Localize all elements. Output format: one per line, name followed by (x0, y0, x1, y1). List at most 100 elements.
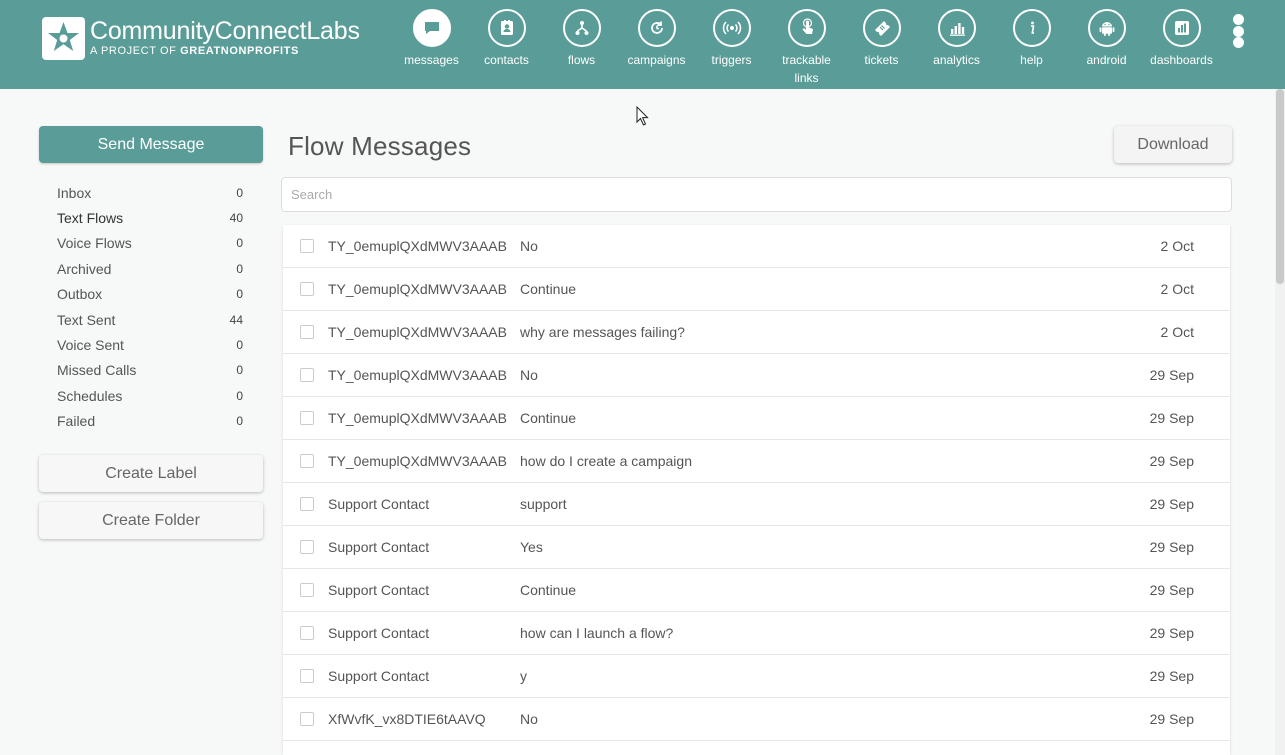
sidebar-item-count: 40 (229, 211, 243, 226)
main-nav: messages contacts flows campaigns triggers tr… (394, 9, 1219, 89)
sidebar-item-count: 0 (236, 236, 243, 251)
table-row[interactable]: TY_0emuplQXdMWV3AAAB Continue 2 Oct (283, 268, 1230, 311)
brand-title: CommunityConnectLabs (90, 17, 360, 45)
sidebar-item-count: 0 (236, 388, 243, 403)
message-contact[interactable]: TY_0emuplQXdMWV3AAAB (328, 238, 507, 254)
send-message-button[interactable]: Send Message (39, 126, 263, 163)
top-navigation-bar: CommunityConnectLabs A PROJECT OF GREATN… (0, 0, 1285, 89)
sidebar-item-voice-sent[interactable]: Voice Sent 0 (57, 332, 243, 357)
message-text: No (520, 238, 538, 254)
sidebar-item-label: Text Flows (57, 210, 124, 227)
mouse-cursor-icon (636, 106, 649, 126)
nav-trackable-links[interactable]: trackable links (769, 9, 844, 89)
nav-tickets[interactable]: tickets (844, 9, 919, 89)
message-text: support (520, 496, 567, 512)
sidebar-item-label: Voice Sent (57, 337, 124, 354)
row-checkbox[interactable] (300, 540, 314, 554)
nav-help[interactable]: help (994, 9, 1069, 89)
table-row[interactable]: Support Contact support 29 Sep (283, 483, 1230, 526)
nav-label: messages (404, 53, 459, 67)
row-checkbox[interactable] (300, 669, 314, 683)
message-contact[interactable]: TY_0emuplQXdMWV3AAAB (328, 410, 507, 426)
table-row[interactable]: TY_0emuplQXdMWV3AAAB No 2 Oct (283, 225, 1230, 268)
sidebar-item-text-flows[interactable]: Text Flows 40 (57, 205, 243, 230)
row-checkbox[interactable] (300, 368, 314, 382)
table-row[interactable]: TY_0emuplQXdMWV3AAAB how do I create a ca… (283, 440, 1230, 483)
message-text: y (520, 668, 527, 684)
nav-label: android (1086, 53, 1127, 67)
table-row[interactable]: TY_0emuplQXdMWV3AAAB Continue 29 Sep (283, 397, 1230, 440)
sidebar-item-voice-flows[interactable]: Voice Flows 0 (57, 231, 243, 256)
sidebar-item-inbox[interactable]: Inbox 0 (57, 180, 243, 205)
message-text: No (520, 711, 538, 727)
table-row[interactable]: Support Contact how can I launch a flow? 2… (283, 612, 1230, 655)
brand-logo[interactable]: CommunityConnectLabs A PROJECT OF GREATN… (42, 17, 360, 60)
nav-dashboards[interactable]: dashboards (1144, 9, 1219, 89)
sidebar-item-schedules[interactable]: Schedules 0 (57, 383, 243, 408)
table-row[interactable]: TY_0emuplQXdMWV3AAAB why are messages fai… (283, 311, 1230, 354)
row-checkbox[interactable] (300, 239, 314, 253)
sidebar-item-label: Outbox (57, 286, 103, 303)
row-checkbox[interactable] (300, 626, 314, 640)
scrollbar-thumb[interactable] (1276, 89, 1284, 284)
table-row[interactable]: XfWvfK_vx8DTIE6tAAVQ No 29 Sep (283, 698, 1230, 741)
message-contact[interactable]: TY_0emuplQXdMWV3AAAB (328, 453, 507, 469)
nav-triggers[interactable]: triggers (694, 9, 769, 89)
sidebar-item-archived[interactable]: Archived 0 (57, 256, 243, 281)
nav-analytics[interactable]: analytics (919, 9, 994, 89)
table-row[interactable]: Support Contact Continue 29 Sep (283, 569, 1230, 612)
search-input[interactable] (281, 177, 1232, 212)
table-row[interactable]: Support Contact Yes 29 Sep (283, 526, 1230, 569)
row-checkbox[interactable] (300, 712, 314, 726)
broadcast-icon (712, 9, 751, 47)
message-text: No (520, 367, 538, 383)
sidebar-item-label: Missed Calls (57, 362, 137, 379)
message-contact[interactable]: Support Contact (328, 625, 429, 641)
row-checkbox[interactable] (300, 325, 314, 339)
message-contact[interactable]: Support Contact (328, 582, 429, 598)
message-contact[interactable]: TY_0emuplQXdMWV3AAAB (328, 324, 507, 340)
download-button[interactable]: Download (1114, 126, 1232, 163)
create-label-button[interactable]: Create Label (39, 455, 263, 492)
row-checkbox[interactable] (300, 282, 314, 296)
nav-label: tickets (864, 53, 899, 67)
sidebar-item-count: 0 (236, 261, 243, 276)
message-contact[interactable]: Support Contact (328, 496, 429, 512)
sidebar-item-label: Text Sent (57, 311, 116, 328)
row-checkbox[interactable] (300, 497, 314, 511)
nav-campaigns[interactable]: campaigns (619, 9, 694, 89)
sidebar-item-label: Archived (57, 260, 112, 277)
nav-label: flows (567, 53, 596, 67)
sidebar-item-missed-calls[interactable]: Missed Calls 0 (57, 358, 243, 383)
nav-label: contacts (484, 53, 529, 67)
chat-bubble-icon (412, 9, 451, 47)
message-contact[interactable]: Support Contact (328, 668, 429, 684)
message-text: Continue (520, 582, 577, 598)
message-contact[interactable]: Support Contact (328, 539, 429, 555)
sidebar-item-text-sent[interactable]: Text Sent 44 (57, 307, 243, 332)
nav-messages[interactable]: messages (394, 9, 469, 89)
table-row[interactable]: Support Contact y 29 Sep (283, 655, 1230, 698)
row-checkbox[interactable] (300, 411, 314, 425)
sidebar-item-count: 0 (236, 287, 243, 302)
nav-android[interactable]: android (1069, 9, 1144, 89)
nav-contacts[interactable]: contacts (469, 9, 544, 89)
message-contact[interactable]: TY_0emuplQXdMWV3AAAB (328, 367, 507, 383)
create-folder-button[interactable]: Create Folder (39, 502, 263, 539)
nav-label: dashboards (1150, 53, 1213, 67)
sidebar-item-failed[interactable]: Failed 0 (57, 409, 243, 434)
row-checkbox[interactable] (300, 583, 314, 597)
nav-flows[interactable]: flows (544, 9, 619, 89)
table-row[interactable]: TY_0emuplQXdMWV3AAAB No 29 Sep (283, 354, 1230, 397)
page-title: Flow Messages (288, 131, 472, 161)
sidebar-item-count: 0 (236, 414, 243, 429)
more-menu-icon[interactable] (1231, 14, 1245, 48)
nav-label: triggers (711, 53, 752, 67)
message-contact[interactable]: TY_0emuplQXdMWV3AAAB (328, 281, 507, 297)
message-contact[interactable]: XfWvfK_vx8DTIE6tAAVQ (328, 711, 486, 727)
contact-card-icon (487, 9, 526, 47)
sidebar-item-outbox[interactable]: Outbox 0 (57, 282, 243, 307)
row-checkbox[interactable] (300, 454, 314, 468)
message-text: Yes (520, 539, 543, 555)
bar-chart-icon (937, 9, 976, 47)
